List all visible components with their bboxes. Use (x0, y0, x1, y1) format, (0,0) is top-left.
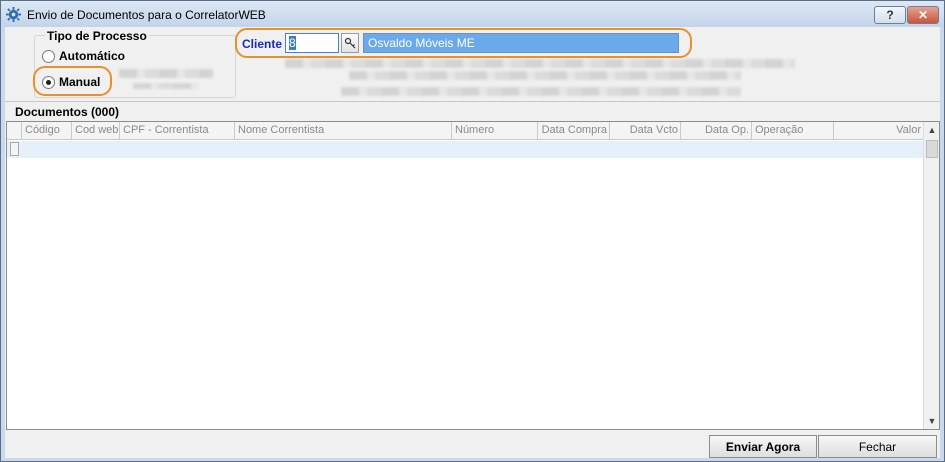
process-type-legend: Tipo de Processo (45, 29, 149, 43)
col-nome[interactable]: Nome Correntista (234, 122, 451, 140)
main-window: Envio de Documentos para o CorrelatorWEB… (0, 0, 945, 462)
blurred-info (341, 87, 741, 96)
scroll-up-icon[interactable]: ▲ (924, 122, 940, 138)
vertical-scrollbar[interactable]: ▲ ▼ (923, 122, 939, 429)
radio-checked-icon (42, 75, 55, 89)
col-numero[interactable]: Número (451, 122, 537, 140)
row-indicator (10, 142, 19, 156)
blurred-info (349, 71, 741, 80)
key-icon (344, 37, 356, 49)
radio-manual-label: Manual (59, 75, 101, 89)
col-data-op[interactable]: Data Op. (680, 122, 751, 140)
window-title: Envio de Documentos para o CorrelatorWEB (27, 8, 266, 22)
grid-header: Código Cod web CPF - Correntista Nome Co… (7, 122, 923, 140)
close-window-button[interactable]: ✕ (907, 6, 939, 24)
scroll-thumb[interactable] (926, 140, 938, 158)
radio-manual[interactable]: Manual (42, 75, 100, 89)
blurred-info (119, 69, 213, 78)
col-operacao[interactable]: Operação (751, 122, 833, 140)
documents-grid[interactable]: Código Cod web CPF - Correntista Nome Co… (6, 121, 940, 430)
help-button[interactable]: ? (874, 6, 906, 24)
documents-title: Documentos (000) (15, 105, 120, 119)
client-area: Tipo de Processo Automático Manual Clien… (5, 27, 940, 458)
table-row[interactable] (7, 141, 923, 158)
close-button[interactable]: Fechar (818, 435, 937, 458)
col-data-vcto[interactable]: Data Vcto (609, 122, 680, 140)
col-valor[interactable]: Valor (833, 122, 923, 140)
col-cod-web[interactable]: Cod web (71, 122, 119, 140)
app-gear-icon (6, 7, 21, 22)
client-label: Cliente (242, 37, 283, 51)
scroll-down-icon[interactable]: ▼ (924, 413, 940, 429)
blurred-info (285, 59, 795, 68)
client-name-field[interactable]: Osvaldo Móveis ME (363, 33, 679, 53)
radio-automatico-label: Automático (59, 49, 125, 63)
col-cpf[interactable]: CPF - Correntista (119, 122, 234, 140)
col-data-compra[interactable]: Data Compra (537, 122, 609, 140)
blurred-info (133, 83, 199, 89)
client-code-value: 8 (289, 36, 296, 50)
title-bar[interactable]: Envio de Documentos para o CorrelatorWEB… (1, 1, 944, 27)
send-now-button[interactable]: Enviar Agora (709, 435, 817, 458)
col-codigo[interactable]: Código (21, 122, 71, 140)
client-code-input[interactable]: 8 (285, 33, 339, 53)
radio-automatico[interactable]: Automático (42, 49, 125, 63)
documents-divider (5, 101, 940, 119)
client-lookup-button[interactable] (341, 33, 359, 53)
radio-unchecked-icon (42, 49, 55, 63)
